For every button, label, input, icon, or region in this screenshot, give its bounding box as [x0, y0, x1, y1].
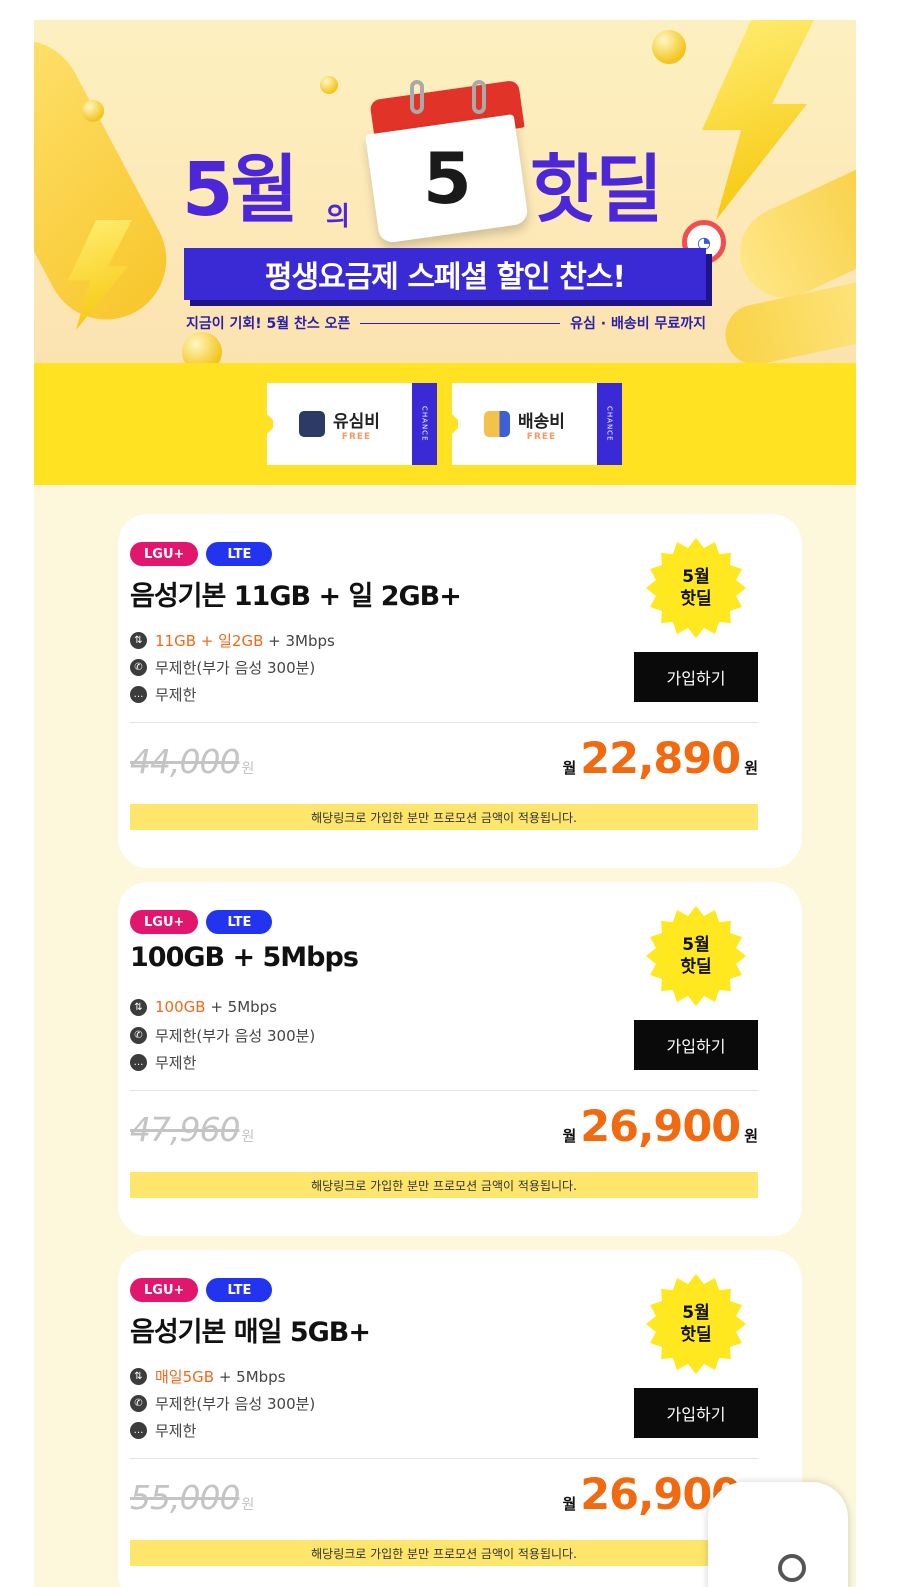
plan-card: LGU+ LTE 음성기본 11GB + 일 2GB+ ⇅ 11GB + 일2G…: [118, 514, 802, 868]
feature-sms: … 무제한: [130, 684, 196, 705]
ball-decoration: [182, 332, 222, 363]
plan-card: LGU+ LTE 100GB + 5Mbps ⇅ 100GB + 5Mbps ✆…: [118, 882, 802, 1236]
feature-voice: ✆ 무제한(부가 음성 300분): [130, 1393, 315, 1414]
promo-notice: 해당링크로 가입한 분만 프로모션 금액이 적용됩니다.: [130, 1172, 758, 1198]
data-rest: + 3Mbps: [263, 632, 335, 650]
tagline: 지금이 기회! 5월 찬스 오픈 유심 · 배송비 무료까지: [186, 312, 706, 334]
ball-decoration: [652, 30, 686, 64]
data-highlight: 100GB: [155, 998, 206, 1016]
divider: [130, 1090, 758, 1091]
divider: [130, 1458, 758, 1459]
network-badge: LTE: [206, 1278, 273, 1302]
feature-data: ⇅ 100GB + 5Mbps: [130, 998, 277, 1016]
phone-icon: ✆: [130, 659, 147, 676]
message-icon: …: [130, 1422, 147, 1439]
coupon-sub: FREE: [341, 431, 372, 442]
calendar-icon: 5: [362, 79, 532, 250]
voice-text: 무제한(부가 음성 300분): [155, 1027, 316, 1045]
tagline-left: 지금이 기회! 5월 찬스 오픈: [186, 316, 351, 332]
tagline-divider: [360, 322, 561, 324]
carrier-badge: LGU+: [130, 910, 199, 934]
coupon-delivery: 배송비 FREE CHANCE: [452, 383, 622, 465]
hero-title-connector: 의: [326, 202, 350, 232]
coupon-title: 유심비: [333, 411, 380, 432]
sms-text: 무제한: [155, 1422, 197, 1440]
page: 5월 의 5 핫딜 ◔ 평생요금제 스페셜 할인 찬스! 지금이 기회! 5월 …: [34, 20, 856, 1587]
message-icon: …: [130, 686, 147, 703]
ball-decoration: [82, 100, 104, 122]
tagline-right: 유심 · 배송비 무료까지: [570, 316, 706, 332]
data-icon: ⇅: [130, 1368, 147, 1385]
data-rest: + 5Mbps: [205, 998, 277, 1016]
message-icon: …: [130, 1054, 147, 1071]
sim-card-icon: [299, 411, 326, 437]
join-button[interactable]: 가입하기: [634, 1388, 758, 1438]
feature-voice: ✆ 무제한(부가 음성 300분): [130, 657, 315, 678]
ribbon-decoration: [34, 20, 188, 341]
phone-icon: ✆: [130, 1395, 147, 1412]
plan-title: 100GB + 5Mbps: [130, 942, 359, 973]
voice-text: 무제한(부가 음성 300분): [155, 1395, 316, 1413]
network-badge: LTE: [206, 910, 273, 934]
coupon-band: 유심비 FREE CHANCE 배송비 FREE CHANCE: [34, 363, 856, 485]
feature-voice: ✆ 무제한(부가 음성 300분): [130, 1025, 315, 1046]
voice-text: 무제한(부가 음성 300분): [155, 659, 316, 677]
hot-deal-badge: 5월 핫딜: [646, 906, 746, 1006]
sale-price: 월 22,890 원: [562, 734, 758, 784]
join-button[interactable]: 가입하기: [634, 652, 758, 702]
original-price: 47,960 원: [130, 1110, 254, 1149]
coupon-stub: CHANCE: [597, 383, 622, 465]
coupon-sim: 유심비 FREE CHANCE: [267, 383, 437, 465]
delivery-truck-icon: [484, 411, 511, 437]
data-highlight: 11GB + 일2GB: [155, 632, 264, 650]
data-rest: + 5Mbps: [214, 1368, 286, 1386]
plan-title: 음성기본 11GB + 일 2GB+: [130, 581, 462, 612]
feature-data: ⇅ 매일5GB + 5Mbps: [130, 1366, 286, 1387]
chat-icon[interactable]: [778, 1554, 806, 1582]
coupon-stub: CHANCE: [412, 383, 437, 465]
hero-title-left: 5월: [182, 147, 299, 233]
original-price: 55,000 원: [130, 1478, 254, 1517]
sms-text: 무제한: [155, 1054, 197, 1072]
data-icon: ⇅: [130, 998, 147, 1016]
sale-price: 월 26,900 원: [562, 1102, 758, 1152]
ball-decoration: [320, 76, 338, 94]
hero-title-right: 핫딜: [530, 147, 663, 233]
plan-title: 음성기본 매일 5GB+: [130, 1317, 371, 1348]
phone-icon: ✆: [130, 1027, 147, 1044]
sms-text: 무제한: [155, 686, 197, 704]
promo-notice: 해당링크로 가입한 분만 프로모션 금액이 적용됩니다.: [130, 1540, 758, 1566]
plan-card: LGU+ LTE 음성기본 매일 5GB+ ⇅ 매일5GB + 5Mbps ✆ …: [118, 1250, 802, 1587]
feature-sms: … 무제한: [130, 1052, 196, 1073]
promo-notice: 해당링크로 가입한 분만 프로모션 금액이 적용됩니다.: [130, 804, 758, 830]
carrier-badge: LGU+: [130, 1278, 199, 1302]
coupon-sub: FREE: [526, 431, 557, 442]
price-amount: 22,890: [580, 734, 741, 784]
join-button[interactable]: 가입하기: [634, 1020, 758, 1070]
network-badge: LTE: [206, 542, 273, 566]
divider: [130, 722, 758, 723]
coupon-title: 배송비: [518, 411, 565, 432]
price-amount: 26,900: [580, 1102, 741, 1152]
hot-deal-badge: 5월 핫딜: [646, 1274, 746, 1374]
data-highlight: 매일5GB: [155, 1368, 215, 1386]
calendar-number: 5: [422, 138, 472, 220]
original-price: 44,000 원: [130, 742, 254, 781]
lightning-icon: [702, 20, 814, 220]
hot-deal-badge: 5월 핫딜: [646, 538, 746, 638]
carrier-badge: LGU+: [130, 542, 199, 566]
hero-banner: 5월 의 5 핫딜 ◔ 평생요금제 스페셜 할인 찬스! 지금이 기회! 5월 …: [34, 20, 856, 363]
feature-sms: … 무제한: [130, 1420, 196, 1441]
sub-banner: 평생요금제 스페셜 할인 찬스!: [184, 248, 706, 300]
data-icon: ⇅: [130, 632, 147, 649]
feature-data: ⇅ 11GB + 일2GB + 3Mbps: [130, 630, 335, 651]
